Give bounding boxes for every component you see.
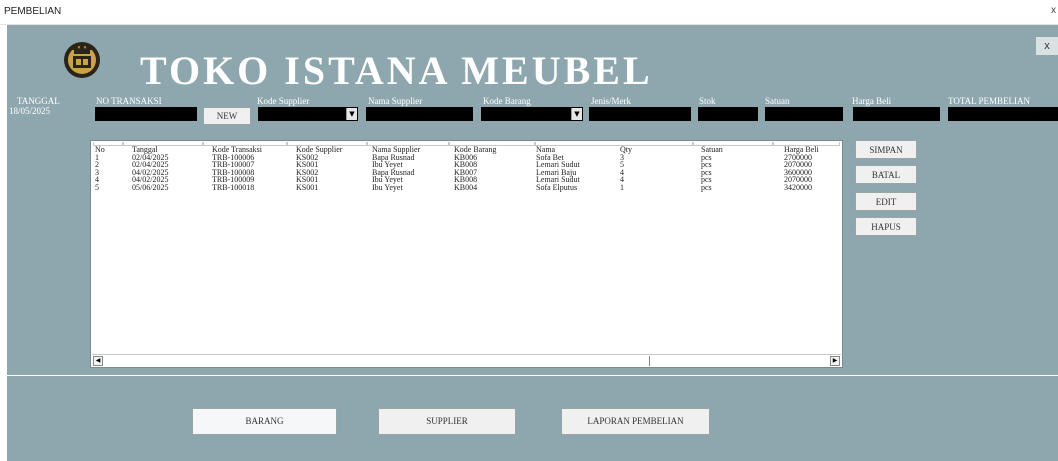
table-cell: 2 <box>95 160 99 170</box>
purchase-grid: No Tanggal Kode Transaksi Kode Supplier … <box>95 146 844 192</box>
table-cell: 3420000 <box>784 182 812 192</box>
nama-supplier-label: Nama Supplier <box>368 96 423 106</box>
app-title: TOKO ISTANA MEUBEL <box>140 48 653 93</box>
kode-supplier-label: Kode Supplier <box>257 96 310 106</box>
table-cell: 4 <box>620 175 624 185</box>
total-pembelian-field[interactable] <box>948 107 1058 121</box>
kode-barang-select[interactable]: ▼ <box>481 107 583 121</box>
table-cell: 4 <box>620 167 624 177</box>
column-header: No <box>95 145 105 154</box>
table-cell: pcs <box>701 152 712 162</box>
total-pembelian-label: TOTAL PEMBELIAN <box>948 96 1031 106</box>
stok-label: Stok <box>699 96 716 106</box>
jenis-merk-label: Jenis/Merk <box>591 96 631 106</box>
table-cell: 3 <box>620 152 624 162</box>
table-cell: pcs <box>701 160 712 170</box>
satuan-field[interactable] <box>765 107 843 121</box>
supplier-button[interactable]: SUPPLIER <box>378 408 516 435</box>
table-cell: pcs <box>701 182 712 192</box>
hapus-button[interactable]: HAPUS <box>855 217 917 236</box>
table-cell: TRB-100018 <box>212 182 255 192</box>
laporan-pembelian-button[interactable]: LAPORAN PEMBELIAN <box>561 408 710 435</box>
edit-button[interactable]: EDIT <box>855 192 917 211</box>
new-button[interactable]: NEW <box>203 107 251 125</box>
scroll-right-icon[interactable]: ▶ <box>830 356 840 366</box>
kode-supplier-select[interactable]: ▼ <box>258 107 358 121</box>
crown-emblem-icon <box>64 42 100 78</box>
window-titlebar <box>0 0 1058 25</box>
no-transaksi-field[interactable] <box>95 107 197 121</box>
table-cell: 4 <box>95 175 99 185</box>
satuan-label: Satuan <box>765 96 790 106</box>
harga-beli-label: Harga Beli <box>852 96 892 106</box>
scrollbar-thumb[interactable] <box>104 356 650 366</box>
scroll-left-icon[interactable]: ◀ <box>93 356 103 366</box>
tanggal-label: TANGGAL <box>17 96 60 106</box>
kode-barang-label: Kode Barang <box>483 96 531 106</box>
nama-supplier-field[interactable] <box>366 107 473 121</box>
stok-field[interactable] <box>698 107 758 121</box>
table-cell: 5 <box>95 182 99 192</box>
table-cell: 05/06/2025 <box>132 182 169 192</box>
table-cell: 5 <box>620 160 624 170</box>
horizontal-scrollbar[interactable]: ◀ ▶ <box>92 354 841 367</box>
jenis-merk-field[interactable] <box>589 107 691 121</box>
window-close-button[interactable]: x <box>1051 5 1056 16</box>
table-cell: Ibu Yeyet <box>372 182 403 192</box>
table-cell: 1 <box>620 182 624 192</box>
column-header: Satuan <box>701 145 723 154</box>
table-cell: Sofa Elputus <box>536 182 578 192</box>
table-cell: 3 <box>95 167 99 177</box>
table-cell: pcs <box>701 175 712 185</box>
window-title: PEMBELIAN <box>4 6 62 17</box>
table-row[interactable]: 5 05/06/2025 TRB-100018 KS001 Ibu Yeyet … <box>95 184 844 192</box>
tanggal-value: 18/05/2025 <box>9 106 51 116</box>
barang-button[interactable]: BARANG <box>192 408 337 435</box>
table-cell: KS001 <box>296 182 319 192</box>
column-header: Qty <box>620 145 632 154</box>
harga-beli-field[interactable] <box>853 107 940 121</box>
table-cell: KB004 <box>454 182 478 192</box>
no-transaksi-label: NO TRANSAKSI <box>96 96 162 106</box>
table-cell: pcs <box>701 167 712 177</box>
table-cell: 1 <box>95 152 99 162</box>
simpan-button[interactable]: SIMPAN <box>855 140 917 159</box>
section-divider <box>7 375 1058 376</box>
chevron-down-icon[interactable]: ▼ <box>346 108 357 120</box>
batal-button[interactable]: BATAL <box>855 165 917 184</box>
chevron-down-icon[interactable]: ▼ <box>571 108 582 120</box>
close-button[interactable]: x <box>1036 37 1058 55</box>
